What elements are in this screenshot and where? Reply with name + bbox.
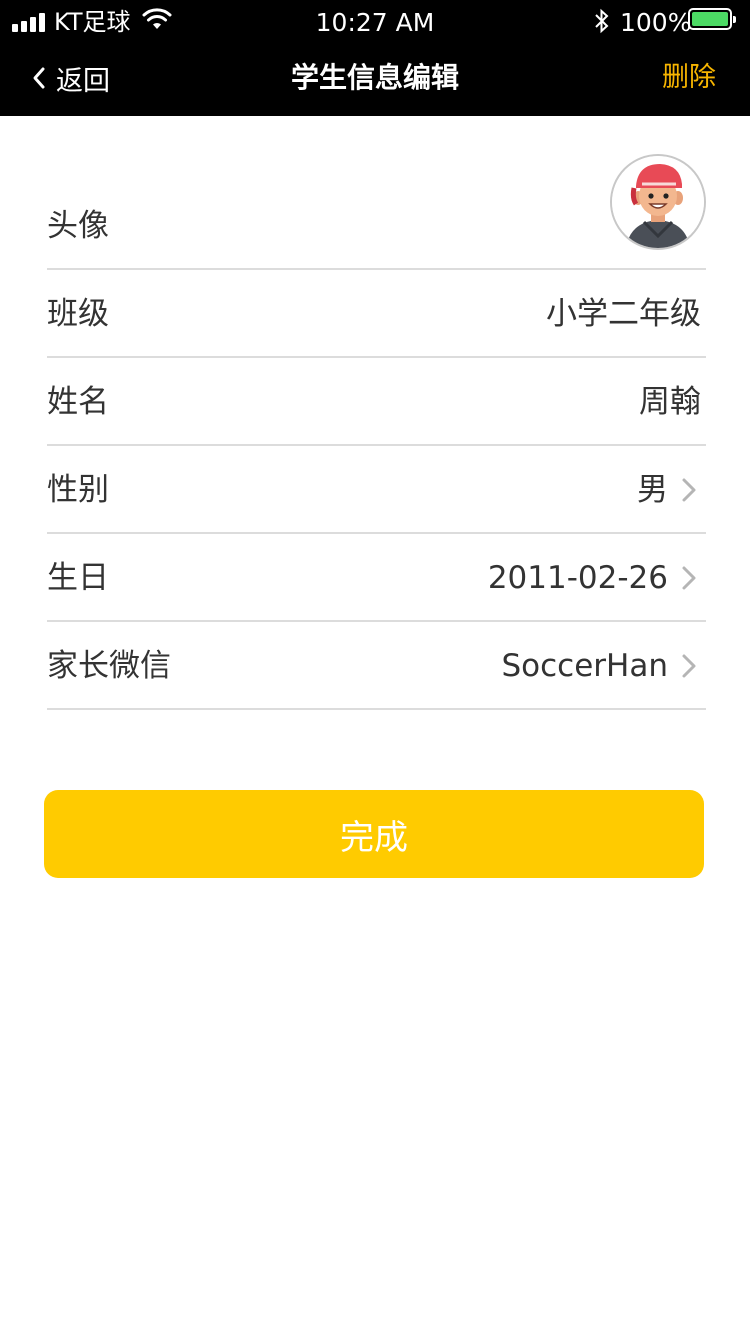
- name-value: 周翰: [639, 384, 701, 420]
- row-label: 生日: [47, 560, 109, 596]
- done-button-label: 完成: [340, 817, 408, 858]
- parent-wechat-value: SoccerHan: [501, 648, 668, 684]
- birthday-row[interactable]: 生日 2011-02-26: [47, 534, 706, 622]
- row-label: 性别: [47, 472, 109, 508]
- birthday-value: 2011-02-26: [487, 560, 668, 596]
- done-button[interactable]: 完成: [44, 790, 704, 878]
- row-label: 头像: [47, 208, 109, 244]
- avatar-row[interactable]: 头像: [47, 116, 706, 270]
- parent-wechat-row[interactable]: 家长微信 SoccerHan: [47, 622, 706, 710]
- class-value: 小学二年级: [546, 296, 701, 332]
- gender-value: 男: [637, 472, 668, 508]
- battery-percent: 100%: [620, 8, 692, 37]
- row-label: 家长微信: [47, 648, 171, 684]
- status-bar: KT足球 10:27 AM 100%: [0, 0, 750, 44]
- nav-bar: 返回 学生信息编辑 删除: [0, 44, 750, 116]
- bluetooth-icon: [595, 8, 609, 34]
- name-row[interactable]: 姓名 周翰: [47, 358, 706, 446]
- chevron-right-icon: [682, 566, 696, 590]
- cartoon-boy-avatar-icon: [612, 156, 704, 248]
- row-label: 班级: [47, 296, 109, 332]
- chevron-right-icon: [682, 478, 696, 502]
- page-title: 学生信息编辑: [290, 61, 459, 94]
- avatar[interactable]: [610, 154, 706, 250]
- gender-row[interactable]: 性别 男: [47, 446, 706, 534]
- class-row[interactable]: 班级 小学二年级: [47, 270, 706, 358]
- chevron-right-icon: [682, 654, 696, 678]
- delete-button[interactable]: 删除: [662, 58, 716, 98]
- battery-icon: [688, 8, 736, 30]
- row-label: 姓名: [47, 384, 109, 420]
